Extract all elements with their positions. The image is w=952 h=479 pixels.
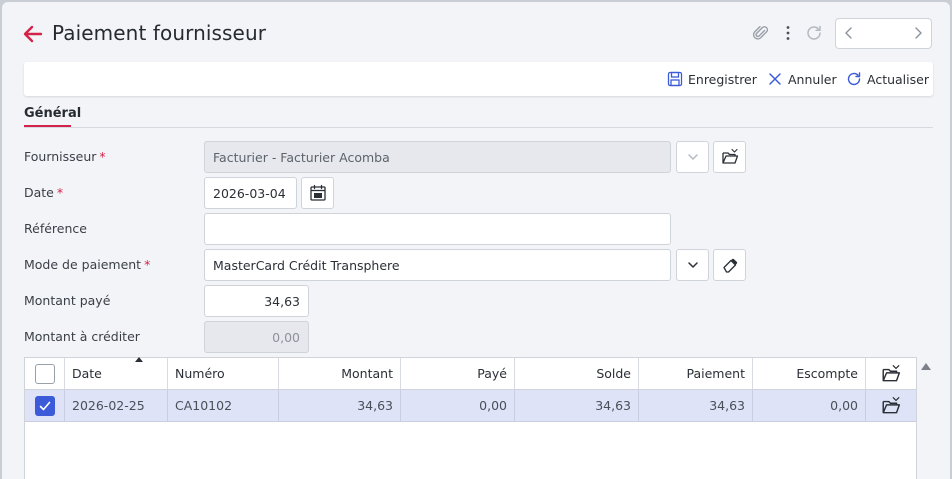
supplier-open-button[interactable]: [713, 141, 746, 173]
calendar-icon: [309, 184, 326, 201]
row-checkbox[interactable]: [34, 395, 55, 416]
cancel-label: Annuler: [788, 71, 837, 87]
reference-field[interactable]: [204, 213, 671, 245]
page-title: Paiement fournisseur: [52, 21, 267, 45]
sort-ascending-icon: [135, 357, 143, 362]
tab-general[interactable]: Général: [24, 106, 81, 121]
payment-mode-label: Mode de paiement *: [24, 257, 151, 272]
refresh-button[interactable]: Actualiser: [846, 70, 929, 88]
column-header-amount[interactable]: Montant: [279, 358, 401, 389]
select-all-cell: [25, 358, 65, 389]
chevron-down-icon: [687, 262, 698, 268]
checkmark-icon: [39, 401, 50, 410]
supplier-field: Facturier - Facturier Acomba: [204, 141, 671, 173]
refresh-icon[interactable]: [805, 24, 823, 42]
amount-credit-field: 0,00: [204, 321, 309, 353]
column-header-paid[interactable]: Payé: [401, 358, 515, 389]
date-label: Date *: [24, 185, 64, 200]
column-header-discount[interactable]: Escompte: [753, 358, 866, 389]
date-field[interactable]: 2026-03-04: [204, 177, 297, 209]
grid-header-row: Date Numéro Montant Payé Solde Paiement …: [25, 357, 916, 390]
column-header-number[interactable]: Numéro: [168, 358, 279, 389]
payment-mode-clear-button[interactable]: [713, 249, 746, 281]
cell-date: 2026-02-25: [65, 390, 168, 421]
reference-label: Référence: [24, 221, 87, 236]
action-toolbar: Enregistrer Annuler Actualiser: [24, 62, 933, 96]
payment-mode-field[interactable]: MasterCard Crédit Transphere: [204, 249, 671, 281]
record-navigator: [835, 18, 932, 49]
column-header-balance[interactable]: Solde: [515, 358, 639, 389]
cell-paid: 0,00: [401, 390, 515, 421]
invoices-grid: Date Numéro Montant Payé Solde Paiement …: [24, 357, 917, 479]
save-icon: [667, 71, 683, 87]
refresh-icon: [847, 72, 861, 86]
cell-payment[interactable]: 34,63: [639, 390, 753, 421]
chevron-down-icon: [687, 154, 698, 160]
eraser-icon: [722, 258, 737, 273]
cell-balance: 34,63: [515, 390, 639, 421]
supplier-label: Fournisseur *: [24, 149, 106, 164]
paperclip-icon[interactable]: [752, 24, 770, 42]
cancel-button[interactable]: Annuler: [767, 70, 837, 88]
save-label: Enregistrer: [688, 71, 757, 87]
row-select-cell: [25, 390, 65, 421]
open-folder-icon[interactable]: [881, 364, 901, 384]
payment-mode-dropdown-button[interactable]: [676, 249, 709, 281]
tab-divider: [24, 127, 933, 128]
amount-paid-field[interactable]: 34,63: [204, 285, 309, 317]
supplier-dropdown-button[interactable]: [676, 141, 709, 173]
cell-discount[interactable]: 0,00: [753, 390, 866, 421]
select-all-checkbox[interactable]: [34, 363, 55, 384]
table-row[interactable]: 2026-02-25 CA10102 34,63 0,00 34,63 34,6…: [25, 390, 916, 422]
column-header-payment[interactable]: Paiement: [639, 358, 753, 389]
refresh-label: Actualiser: [867, 71, 929, 87]
close-icon: [769, 73, 781, 85]
scroll-up-arrow-icon[interactable]: [921, 363, 931, 370]
row-open-cell: [866, 390, 916, 421]
chevron-left-icon[interactable]: [842, 26, 856, 40]
amount-credit-label: Montant à créditer: [24, 329, 140, 344]
amount-paid-label: Montant payé: [24, 293, 111, 308]
open-folder-icon[interactable]: [881, 396, 901, 416]
column-header-date[interactable]: Date: [65, 358, 168, 389]
open-folder-icon: [721, 148, 738, 164]
save-button[interactable]: Enregistrer: [667, 70, 757, 88]
date-picker-button[interactable]: [301, 177, 334, 209]
payment-window: Paiement fournisseur Enregistrer Annuler…: [2, 2, 950, 479]
cell-number: CA10102: [168, 390, 279, 421]
more-vertical-icon[interactable]: [779, 24, 797, 42]
back-arrow-icon[interactable]: [22, 23, 44, 45]
header-open-cell: [866, 358, 916, 389]
chevron-right-icon[interactable]: [911, 26, 925, 40]
cell-amount: 34,63: [279, 390, 401, 421]
